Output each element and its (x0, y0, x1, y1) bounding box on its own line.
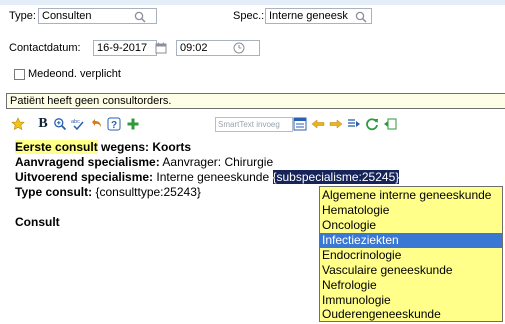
dropdown-option[interactable]: Algemene interne geneeskunde (320, 188, 502, 203)
dropdown-option[interactable]: Nefrologie (320, 278, 502, 293)
top-strip (0, 0, 505, 5)
dropdown-option[interactable]: Ouderengeneeskunde (320, 307, 502, 322)
consult-type-label: Type consult: (15, 185, 93, 199)
requesting-specialty-value: Aanvrager: Chirurgie (159, 155, 274, 169)
consult-orders-notice: Patiënt heeft geen consultorders. (6, 93, 505, 109)
first-consult-label: Eerste consult (15, 140, 98, 154)
dropdown-option[interactable]: Endocrinologie (320, 248, 502, 263)
dropdown-option[interactable]: Oncologie (320, 218, 502, 233)
svg-text:?: ? (111, 120, 117, 131)
dropdown-option[interactable]: Vasculaire geneeskunde (320, 263, 502, 278)
search-icon[interactable] (354, 10, 368, 24)
dropdown-option[interactable]: Immunologie (320, 293, 502, 308)
star-icon[interactable] (10, 116, 26, 132)
type-label: Type: (9, 10, 36, 22)
medeond-checkbox[interactable] (14, 69, 25, 80)
requesting-specialty-label: Aanvragend specialisme: (15, 155, 160, 169)
time-field[interactable]: 09:02 (176, 40, 260, 56)
help-icon[interactable]: ? (106, 116, 122, 132)
clock-icon[interactable] (232, 41, 246, 55)
calendar-icon[interactable] (154, 41, 168, 55)
spellcheck-icon[interactable]: abc (70, 116, 86, 132)
add-icon[interactable] (125, 116, 141, 132)
smarttext-input[interactable]: SmartText invoeg (215, 117, 293, 132)
editor-line-2: Aanvragend specialisme: Aanvrager: Chiru… (15, 155, 273, 169)
undo-icon[interactable] (88, 116, 104, 132)
contact-date-label: Contactdatum: (9, 42, 81, 54)
editor-toolbar: B abc ? SmartText invoeg (8, 116, 428, 134)
dropdown-option-selected[interactable]: Infectieziekten (320, 233, 502, 248)
date-field[interactable]: 16-9-2017 (93, 40, 157, 56)
subspecialism-dropdown[interactable]: Algemene interne geneeskunde Hematologie… (319, 186, 503, 322)
bold-icon[interactable]: B (35, 116, 51, 132)
arrow-right-icon[interactable] (328, 116, 344, 132)
zoom-icon[interactable] (52, 116, 68, 132)
arrow-left-icon[interactable] (310, 116, 326, 132)
checkbox-label: Medeond. verplicht (28, 68, 121, 80)
editor-line-1: Eerste consult wegens: Koorts (15, 140, 191, 154)
refresh-icon[interactable] (364, 116, 380, 132)
sign-icon[interactable] (382, 116, 398, 132)
reason-text: wegens: Koorts (97, 140, 192, 154)
consult-type-token[interactable]: {consulttype:25243} (92, 185, 200, 199)
insert-icon[interactable] (346, 116, 362, 132)
smarttext-icon[interactable] (292, 116, 308, 132)
svg-text:abc: abc (71, 119, 80, 125)
dropdown-option[interactable]: Hematologie (320, 203, 502, 218)
performing-specialty-value: Interne geneeskunde (153, 170, 273, 184)
editor-line-4: Type consult: {consulttype:25243} (15, 185, 201, 199)
search-icon[interactable] (133, 10, 147, 24)
consult-heading: Consult (15, 215, 60, 229)
performing-specialty-label: Uitvoerend specialisme: (15, 170, 154, 184)
subspecialism-token[interactable]: {subspecialisme:25245} (272, 170, 400, 184)
spec-label: Spec.: (233, 10, 265, 22)
editor-line-3: Uitvoerend specialisme: Interne geneesku… (15, 170, 400, 184)
